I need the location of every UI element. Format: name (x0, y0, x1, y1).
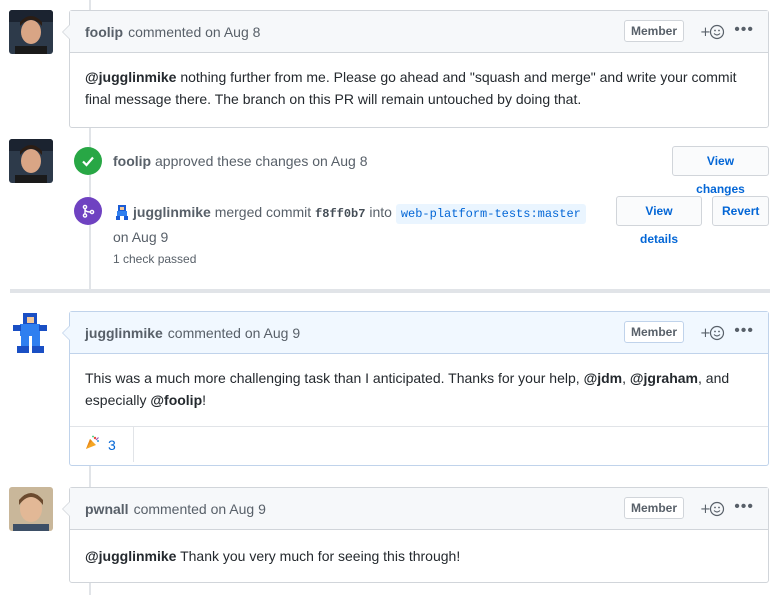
comment-author[interactable]: foolip (85, 24, 123, 40)
mention-link[interactable]: @jgraham (630, 370, 698, 386)
member-badge: Member (623, 20, 684, 42)
timeline-rail-bottom (89, 583, 91, 595)
member-badge: Member (623, 497, 684, 519)
comment-text: Thank you very much for seeing this thro… (176, 548, 461, 564)
comment-text: , (622, 370, 630, 386)
add-reaction-icon[interactable]: + (700, 23, 725, 41)
more-options-icon[interactable]: ••• (734, 322, 754, 340)
comment-header: jugglinmike commented on Aug 9 Member + … (62, 312, 768, 354)
approval-event: foolip approved these changes on Aug 8 (74, 147, 368, 175)
comment-body: @jugglinmike nothing further from me. Pl… (70, 53, 768, 122)
merge-event (74, 197, 102, 225)
party-popper-icon (84, 435, 100, 454)
commit-sha[interactable]: f8ff0b7 (315, 207, 365, 221)
merge-icon (74, 197, 102, 225)
comment-author[interactable]: jugglinmike (85, 325, 163, 341)
add-reaction-icon[interactable]: + (700, 324, 725, 342)
more-options-icon[interactable]: ••• (734, 498, 754, 516)
comment-timestamp[interactable]: commented on Aug 9 (168, 325, 300, 341)
mention-link[interactable]: @jugglinmike (85, 69, 176, 85)
comment-author[interactable]: pwnall (85, 501, 129, 517)
svg-text:+: + (700, 502, 711, 517)
merge-date[interactable]: on Aug 9 (113, 229, 168, 245)
checks-status[interactable]: 1 check passed (113, 252, 196, 266)
check-icon (74, 147, 102, 175)
comment-body: This was a much more challenging task th… (70, 354, 768, 426)
avatar-jugglinmike[interactable] (9, 311, 53, 355)
avatar-pwnall[interactable] (9, 487, 53, 531)
approval-text: approved these changes on Aug 8 (155, 153, 368, 169)
approver-name[interactable]: foolip (113, 153, 151, 169)
mention-link[interactable]: @foolip (150, 392, 202, 408)
comment-timestamp[interactable]: commented on Aug 8 (128, 24, 260, 40)
comment-text: ! (202, 392, 207, 408)
comment-text: nothing further from me. Please go ahead… (85, 69, 737, 107)
comment-pwnall: pwnall commented on Aug 9 Member + ••• @… (62, 487, 769, 583)
comment-text: This was a much more challenging task th… (85, 370, 584, 386)
comment-header: foolip commented on Aug 8 Member + ••• (62, 11, 768, 53)
add-reaction-icon[interactable]: + (700, 500, 725, 518)
svg-text:+: + (700, 25, 711, 40)
hooray-reaction-button[interactable]: 3 (70, 427, 134, 462)
view-details-button[interactable]: View details (616, 196, 702, 246)
svg-text:+: + (700, 326, 711, 341)
revert-button[interactable]: Revert (712, 196, 769, 226)
comment-foolip: foolip commented on Aug 8 Member + ••• @… (62, 10, 769, 128)
timeline-divider (10, 289, 770, 293)
branch-name[interactable]: web-platform-tests:master (395, 204, 586, 224)
member-badge: Member (623, 321, 684, 343)
timeline-rail-lower (89, 466, 91, 487)
reaction-count: 3 (108, 436, 116, 453)
avatar-foolip[interactable] (9, 10, 53, 54)
comment-timestamp[interactable]: commented on Aug 9 (134, 501, 266, 517)
merge-text: merged commit (214, 204, 312, 220)
merge-line: jugglinmike merged commit f8ff0b7 into w… (133, 204, 586, 224)
merge-into: into (369, 204, 392, 220)
more-options-icon[interactable]: ••• (734, 21, 754, 39)
reactions-bar: 3 (70, 426, 768, 462)
mention-link[interactable]: @jdm (584, 370, 623, 386)
comment-header: pwnall commented on Aug 9 Member + ••• (62, 488, 768, 530)
comment-body: @jugglinmike Thank you very much for see… (70, 530, 768, 579)
merger-avatar[interactable] (113, 203, 131, 221)
view-changes-button[interactable]: View changes (672, 146, 769, 196)
comment-jugglinmike: jugglinmike commented on Aug 9 Member + … (62, 311, 769, 466)
merger-name[interactable]: jugglinmike (133, 204, 211, 220)
mention-link[interactable]: @jugglinmike (85, 548, 176, 564)
timeline-rail-top (89, 0, 91, 10)
avatar-foolip-review[interactable] (9, 139, 53, 183)
